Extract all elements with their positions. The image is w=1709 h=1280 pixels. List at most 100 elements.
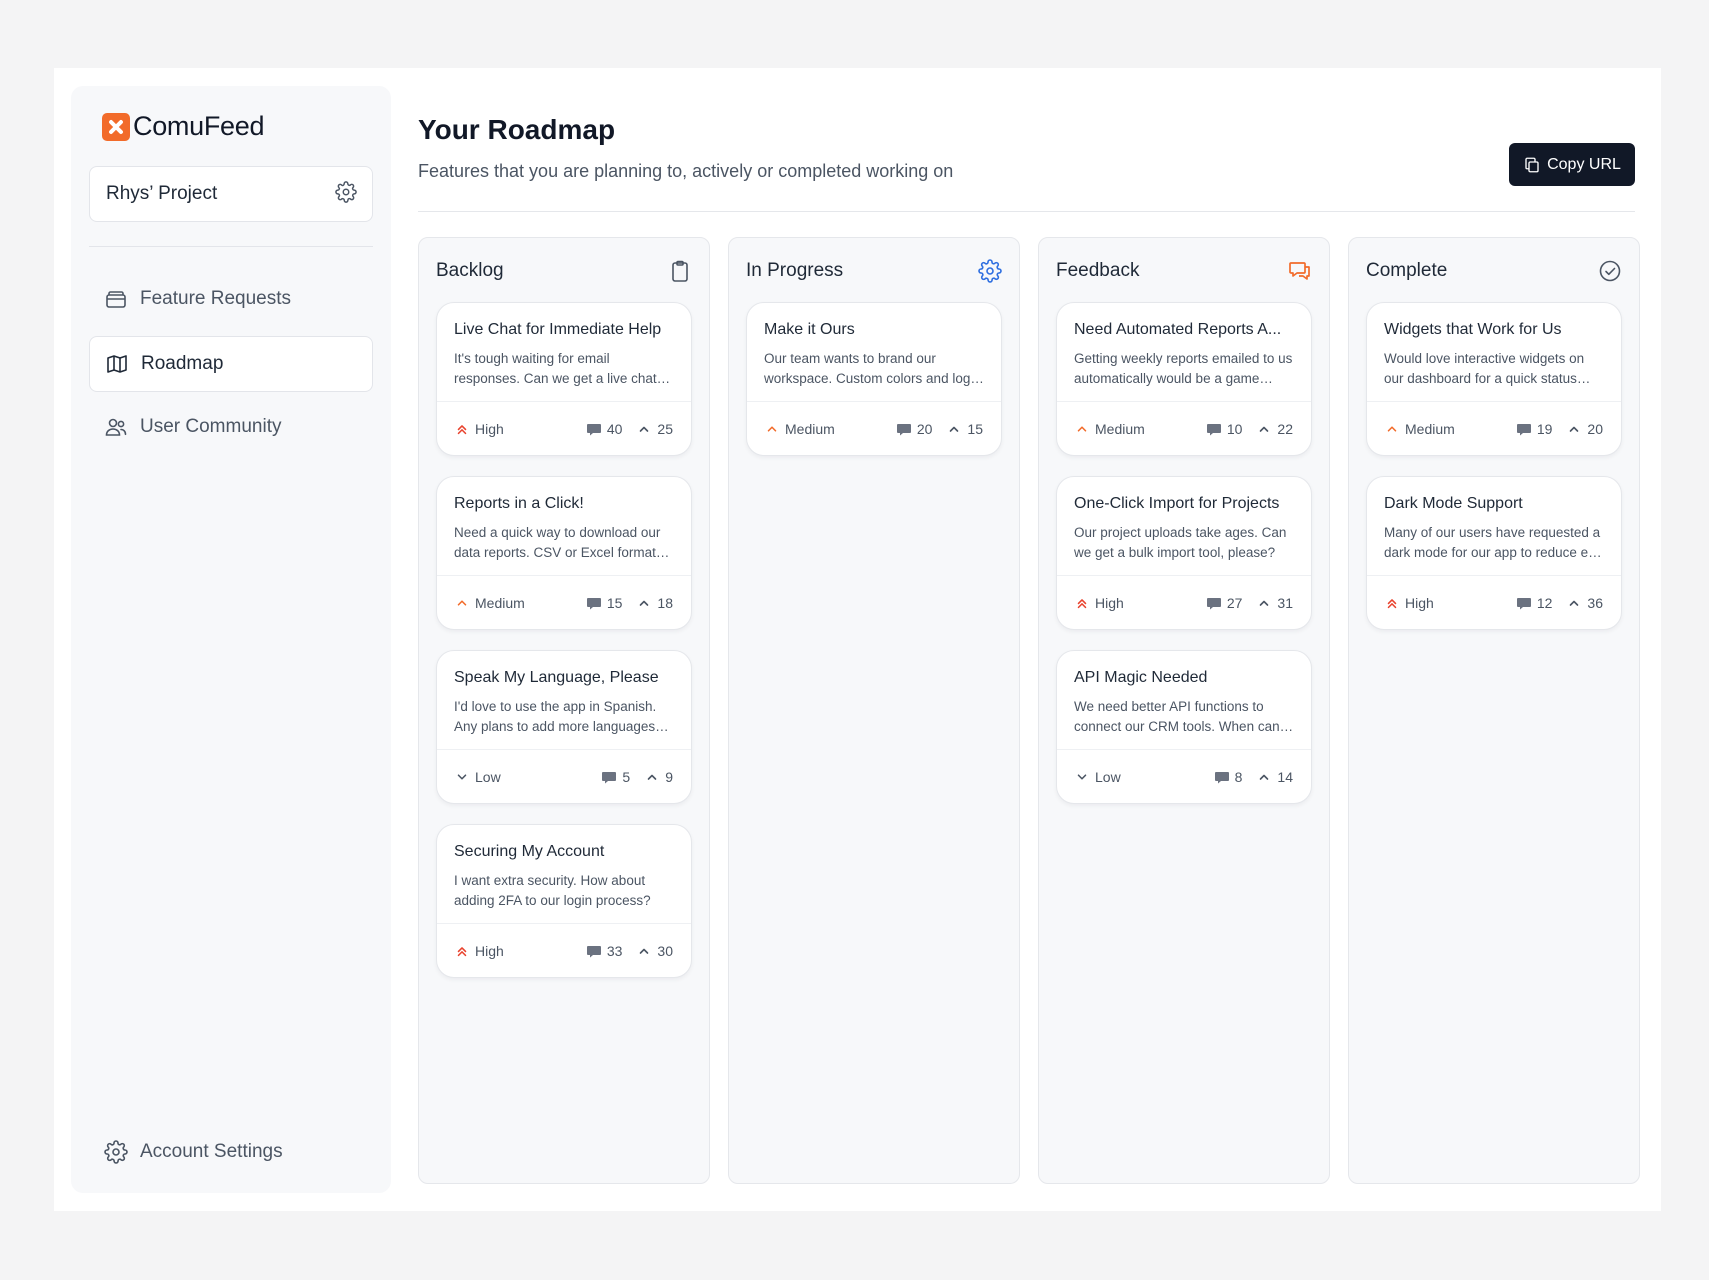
- comment-count[interactable]: 27: [1206, 594, 1243, 611]
- gear-icon[interactable]: [978, 259, 1002, 283]
- upvote-button[interactable]: 20: [1566, 421, 1603, 437]
- comment-count[interactable]: 5: [601, 769, 630, 785]
- comment-count[interactable]: 8: [1214, 768, 1243, 785]
- header-divider: [418, 211, 1635, 212]
- comment-icon: [1206, 421, 1222, 437]
- column-backlog: Backlog Live Chat for Immediate Help It's …: [418, 237, 710, 1184]
- comment-count-value: 27: [1226, 594, 1243, 611]
- card-title: Reports in a Click!: [454, 495, 584, 512]
- project-name: Rhys’ Project: [106, 183, 218, 204]
- priority-label: Low: [1095, 768, 1121, 785]
- comment-icon: [586, 595, 602, 611]
- upvote-icon: [636, 595, 652, 611]
- check-circle-icon[interactable]: [1598, 259, 1622, 283]
- feature-card[interactable]: Speak My Language, Please I'd love to use…: [436, 650, 692, 804]
- upvote-button[interactable]: 30: [636, 943, 673, 959]
- double-chevron-up-icon: [455, 944, 469, 958]
- comment-icon: [601, 769, 617, 785]
- inbox-icon: [106, 291, 126, 308]
- comment-count-value: 10: [1226, 420, 1243, 437]
- logo-icon: [102, 112, 130, 141]
- sidebar-item-feature-requests[interactable]: Feature Requests: [89, 271, 373, 327]
- feature-card[interactable]: Need Automated Reports A... Getting weekl…: [1056, 302, 1312, 456]
- upvote-button[interactable]: 18: [636, 595, 673, 611]
- card-description: I'd love to use the app in Spanish. Any …: [454, 699, 657, 734]
- comment-count[interactable]: 20: [896, 421, 932, 437]
- upvote-icon: [1256, 595, 1272, 611]
- column-feedback: Feedback Need Automated Reports A... Getti…: [1038, 237, 1330, 1184]
- feature-card[interactable]: Make it Ours Our team wants to brand our …: [746, 302, 1002, 456]
- sidebar-item-user-community[interactable]: User Community: [89, 399, 373, 455]
- priority-badge: Low: [1075, 769, 1200, 785]
- upvote-button[interactable]: 31: [1256, 595, 1293, 611]
- card-description: Would love interactive widgets on our da…: [1384, 351, 1585, 386]
- logo: ComuFeed: [102, 111, 264, 142]
- column-in-progress: In Progress Make it Ours Our team wants to…: [728, 237, 1020, 1184]
- sidebar-item-label: Feature Requests: [140, 288, 292, 309]
- upvote-count: 22: [1277, 420, 1293, 437]
- comment-count[interactable]: 19: [1516, 421, 1552, 437]
- upvote-icon: [1256, 421, 1272, 437]
- chevron-down-icon: [1075, 770, 1089, 784]
- page-subtitle: Features that you are planning to, activ…: [418, 161, 954, 181]
- card-title: One-Click Import for Projects: [1074, 495, 1280, 512]
- sidebar-item-label: Account Settings: [140, 1141, 283, 1162]
- upvote-button[interactable]: 9: [644, 769, 673, 785]
- upvote-count: 14: [1277, 768, 1293, 785]
- column-header: In Progress: [746, 259, 1002, 283]
- chevron-down-icon: [455, 770, 469, 784]
- column-title: Backlog: [436, 260, 504, 281]
- copy-url-button[interactable]: Copy URL: [1509, 143, 1635, 186]
- upvote-button[interactable]: 14: [1256, 769, 1293, 785]
- upvote-icon: [1566, 595, 1582, 611]
- feature-card[interactable]: Reports in a Click! Need a quick way to d…: [436, 476, 692, 630]
- card-footer: High 40 25: [437, 401, 691, 455]
- feature-card[interactable]: One-Click Import for Projects Our project…: [1056, 476, 1312, 630]
- comment-count[interactable]: 15: [586, 594, 623, 611]
- feature-card[interactable]: Live Chat for Immediate Help It's tough w…: [436, 302, 692, 456]
- comment-icon: [586, 421, 602, 437]
- sidebar-item-account-settings[interactable]: Account Settings: [89, 1124, 373, 1180]
- priority-label: High: [1095, 594, 1124, 611]
- card-description: I want extra security. How about adding …: [454, 873, 651, 908]
- comment-count[interactable]: 33: [586, 943, 622, 959]
- priority-label: Low: [475, 768, 501, 785]
- comment-count[interactable]: 10: [1206, 420, 1243, 437]
- upvote-button[interactable]: 15: [946, 421, 983, 437]
- upvote-count: 15: [967, 420, 983, 437]
- comment-count[interactable]: 40: [586, 421, 622, 437]
- project-settings-icon[interactable]: [335, 180, 357, 208]
- chat-icon[interactable]: [1288, 259, 1312, 283]
- upvote-button[interactable]: 25: [636, 421, 673, 437]
- feature-card[interactable]: API Magic Needed We need better API funct…: [1056, 650, 1312, 804]
- clipboard-icon[interactable]: [668, 259, 692, 283]
- upvote-count: 25: [657, 420, 673, 437]
- app-name: ComuFeed: [133, 111, 265, 141]
- feature-card[interactable]: Widgets that Work for Us Would love inter…: [1366, 302, 1622, 456]
- upvote-icon: [636, 943, 652, 959]
- sidebar-item-roadmap[interactable]: Roadmap: [89, 336, 373, 392]
- comment-count[interactable]: 12: [1516, 594, 1553, 611]
- card-title: Securing My Account: [454, 843, 605, 860]
- upvote-button[interactable]: 36: [1566, 595, 1603, 611]
- priority-label: Medium: [785, 420, 835, 437]
- card-description: Our project uploads take ages. Can we ge…: [1074, 525, 1287, 560]
- chevron-up-icon: [765, 422, 779, 436]
- page-title: Your Roadmap: [418, 114, 616, 145]
- comment-count-value: 8: [1234, 768, 1243, 785]
- column-header: Complete: [1366, 259, 1622, 283]
- map-icon: [107, 355, 127, 373]
- comment-count-value: 12: [1536, 594, 1553, 611]
- card-description: We need better API functions to connect …: [1074, 699, 1280, 734]
- feature-card[interactable]: Securing My Account I want extra security…: [436, 824, 692, 978]
- feature-card[interactable]: Dark Mode Support Many of our users have …: [1366, 476, 1622, 630]
- upvote-count: 36: [1587, 594, 1603, 611]
- project-selector[interactable]: Rhys’ Project: [89, 166, 373, 222]
- double-chevron-up-icon: [455, 422, 469, 436]
- upvote-button[interactable]: 22: [1256, 421, 1293, 437]
- column-complete: Complete Widgets that Work for Us Would lo…: [1348, 237, 1640, 1184]
- comment-count-value: 15: [606, 594, 623, 611]
- comment-icon: [1516, 421, 1532, 437]
- priority-badge: Medium: [765, 421, 882, 437]
- upvote-icon: [644, 769, 660, 785]
